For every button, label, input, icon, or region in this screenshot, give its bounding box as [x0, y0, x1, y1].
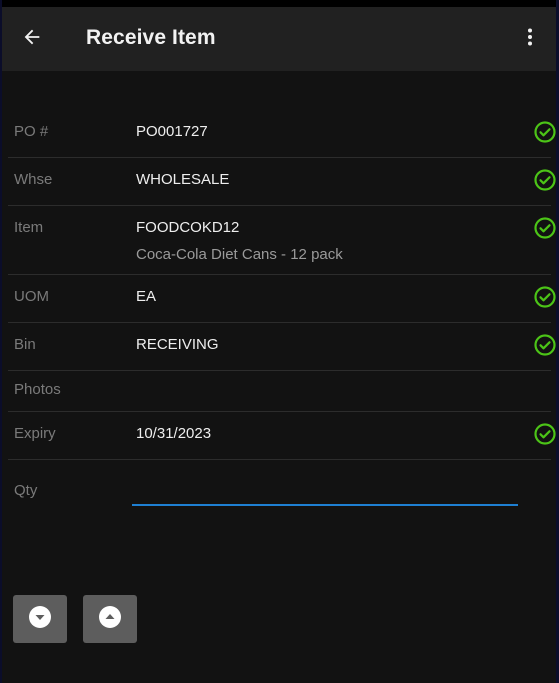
check-circle-icon: [533, 422, 556, 446]
field-label: Whse: [14, 171, 53, 188]
check-circle-icon: [533, 168, 556, 192]
field-value: 10/31/2023: [136, 425, 212, 442]
qty-label: Qty: [14, 482, 38, 499]
field-row-uom[interactable]: UOM EA: [8, 275, 556, 323]
field-value: PO001727: [136, 123, 208, 140]
receive-item-screen: Receive Item PO # PO001727 Whse WHOLESAL…: [2, 0, 556, 683]
more-options-button[interactable]: [514, 23, 546, 55]
app-bar: Receive Item: [2, 7, 556, 71]
previous-field-button[interactable]: [83, 595, 137, 643]
field-row-item[interactable]: Item FOODCOKD12 Coca-Cola Diet Cans - 12…: [8, 206, 556, 275]
chevron-circle-down-icon: [28, 605, 52, 634]
field-value: EA: [136, 288, 157, 305]
more-vert-icon: [518, 25, 542, 54]
qty-input[interactable]: [132, 474, 518, 506]
back-button[interactable]: [16, 23, 48, 55]
field-row-expiry[interactable]: Expiry 10/31/2023: [8, 412, 556, 460]
field-row-po[interactable]: PO # PO001727: [8, 110, 556, 158]
field-row-photos[interactable]: Photos: [8, 371, 551, 412]
field-row-bin[interactable]: Bin RECEIVING: [8, 323, 556, 371]
field-label: UOM: [14, 288, 49, 305]
check-circle-icon: [533, 285, 556, 309]
next-field-button[interactable]: [13, 595, 67, 643]
field-list: PO # PO001727 Whse WHOLESALE Item FOODCO…: [2, 110, 556, 460]
page-title: Receive Item: [86, 26, 216, 49]
field-label: Expiry: [14, 425, 56, 442]
check-circle-icon: [533, 120, 556, 144]
field-value: RECEIVING: [136, 336, 219, 353]
field-value: FOODCOKD12: [136, 219, 240, 236]
field-label: Item: [14, 219, 44, 236]
check-circle-icon: [533, 216, 556, 240]
status-bar: [2, 0, 556, 7]
chevron-circle-up-icon: [98, 605, 122, 634]
field-row-whse[interactable]: Whse WHOLESALE: [8, 158, 556, 206]
check-circle-icon: [533, 333, 556, 357]
field-label: Photos: [14, 381, 61, 398]
field-label: PO #: [14, 123, 49, 140]
field-label: Bin: [14, 336, 36, 353]
field-value: WHOLESALE: [136, 171, 230, 188]
arrow-left-icon: [21, 26, 43, 53]
item-description: Coca-Cola Diet Cans - 12 pack: [136, 246, 343, 263]
